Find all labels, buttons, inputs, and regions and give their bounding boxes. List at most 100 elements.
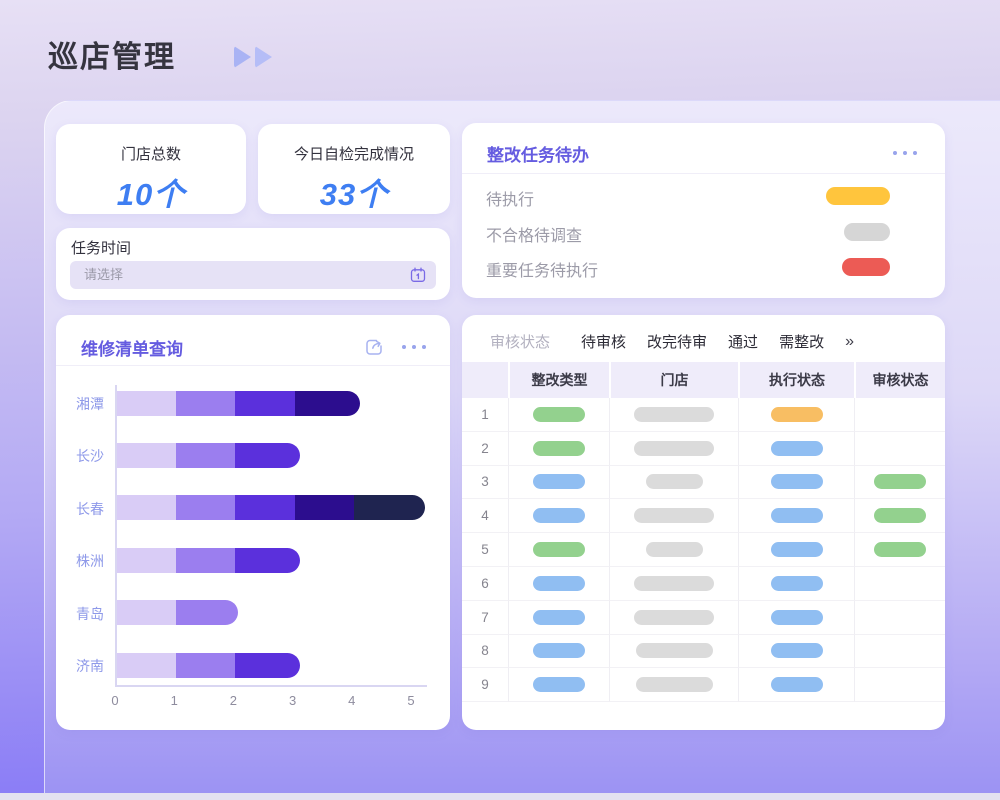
todo-item-label: 重要任务待执行	[486, 257, 598, 281]
tab-改完待审[interactable]: 改完待审	[647, 331, 707, 352]
table-cell	[609, 668, 738, 702]
chart-bar	[117, 443, 300, 468]
page-title: 巡店管理	[48, 32, 176, 76]
tab-filter-label: 审核状态	[490, 331, 550, 352]
table-cell	[508, 432, 609, 466]
table-cell	[508, 466, 609, 500]
status-pill-green	[533, 542, 585, 557]
bar-segment-segment-2	[176, 548, 235, 573]
divider	[462, 173, 945, 174]
table-cell	[738, 466, 854, 500]
tab-通过[interactable]: 通过	[728, 331, 758, 352]
table-cell	[609, 601, 738, 635]
row-index: 7	[462, 601, 508, 635]
divider	[56, 365, 450, 366]
table-cell	[854, 668, 945, 702]
row-index: 9	[462, 668, 508, 702]
chart-category-label: 湘潭	[56, 394, 104, 414]
chart-bar	[117, 548, 300, 573]
more-dots-icon[interactable]	[893, 151, 917, 155]
todo-item[interactable]: 待执行	[462, 186, 945, 208]
table-cell	[508, 398, 609, 432]
bar-segment-segment-1	[117, 443, 176, 468]
table-cell	[609, 635, 738, 669]
audit-tab-row: 审核状态 待审核改完待审通过需整改 »	[490, 331, 854, 352]
table-cell	[738, 601, 854, 635]
row-index: 2	[462, 432, 508, 466]
table-cell	[738, 668, 854, 702]
table-row[interactable]: 7	[462, 601, 945, 635]
tab-待审核[interactable]: 待审核	[581, 331, 626, 352]
stat-label: 今日自检完成情况	[258, 143, 450, 164]
table-row[interactable]: 2	[462, 432, 945, 466]
table-row[interactable]: 1	[462, 398, 945, 432]
chart-x-tick: 5	[399, 693, 423, 708]
row-index: 4	[462, 499, 508, 533]
audit-table-card: 审核状态 待审核改完待审通过需整改 » 整改类型门店执行状态审核状态 12345…	[462, 315, 945, 730]
stat-label: 门店总数	[56, 143, 246, 164]
stat-card-store-total: 门店总数 10个	[56, 124, 246, 214]
todo-status-pill	[844, 223, 890, 241]
todo-item[interactable]: 重要任务待执行	[462, 257, 945, 279]
status-pill-green	[533, 407, 585, 422]
tab-需整改[interactable]: 需整改	[779, 331, 824, 352]
status-pill-blue	[771, 474, 823, 489]
status-pill-green	[874, 508, 926, 523]
bar-segment-segment-3	[235, 443, 300, 468]
row-index: 6	[462, 567, 508, 601]
date-picker-input[interactable]: 请选择	[70, 261, 436, 289]
bar-segment-segment-1	[117, 495, 176, 520]
table-row[interactable]: 5	[462, 533, 945, 567]
more-dots-icon[interactable]	[402, 345, 426, 349]
status-pill-blue	[771, 576, 823, 591]
chart-x-tick: 3	[281, 693, 305, 708]
table-cell	[508, 499, 609, 533]
chart-bar	[117, 653, 300, 678]
status-pill-gray	[634, 576, 714, 591]
table-row[interactable]: 8	[462, 635, 945, 669]
chart-bar	[117, 495, 425, 520]
table-row[interactable]: 6	[462, 567, 945, 601]
chart-x-tick: 4	[340, 693, 364, 708]
table-cell	[738, 432, 854, 466]
status-pill-blue	[533, 576, 585, 591]
table-cell	[854, 499, 945, 533]
table-body: 123456789	[462, 398, 945, 702]
bar-segment-segment-2	[176, 653, 235, 678]
bar-segment-segment-2	[176, 495, 235, 520]
bar-segment-segment-1	[117, 391, 176, 416]
status-pill-gray	[634, 441, 714, 456]
tabs-more-chevron[interactable]: »	[845, 333, 854, 351]
chart-y-axis	[115, 385, 117, 686]
table-cell	[508, 567, 609, 601]
table-row[interactable]: 4	[462, 499, 945, 533]
table-cell	[609, 398, 738, 432]
chart-category-label: 长沙	[56, 446, 104, 466]
title-play-icons	[234, 46, 272, 68]
todo-status-pill	[842, 258, 890, 276]
table-cell	[609, 432, 738, 466]
bar-segment-segment-1	[117, 600, 176, 625]
export-icon[interactable]	[364, 337, 384, 357]
table-row[interactable]: 3	[462, 466, 945, 500]
row-index: 1	[462, 398, 508, 432]
chart-category-label: 青岛	[56, 604, 104, 624]
status-pill-gray	[634, 407, 714, 422]
table-cell	[854, 398, 945, 432]
table-row[interactable]: 9	[462, 668, 945, 702]
status-pill-green	[874, 542, 926, 557]
header-cell: 门店	[609, 362, 738, 398]
table-cell	[738, 499, 854, 533]
bar-segment-segment-3	[235, 548, 300, 573]
calendar-icon[interactable]	[410, 267, 426, 283]
status-pill-blue	[533, 610, 585, 625]
bar-segment-segment-1	[117, 653, 176, 678]
status-pill-blue	[533, 474, 585, 489]
status-pill-gray	[646, 474, 703, 489]
todo-item[interactable]: 不合格待调查	[462, 222, 945, 244]
status-pill-blue	[771, 542, 823, 557]
header-cell: 执行状态	[738, 362, 854, 398]
table-cell	[854, 466, 945, 500]
todo-item-label: 不合格待调查	[486, 222, 582, 246]
table-cell	[738, 533, 854, 567]
